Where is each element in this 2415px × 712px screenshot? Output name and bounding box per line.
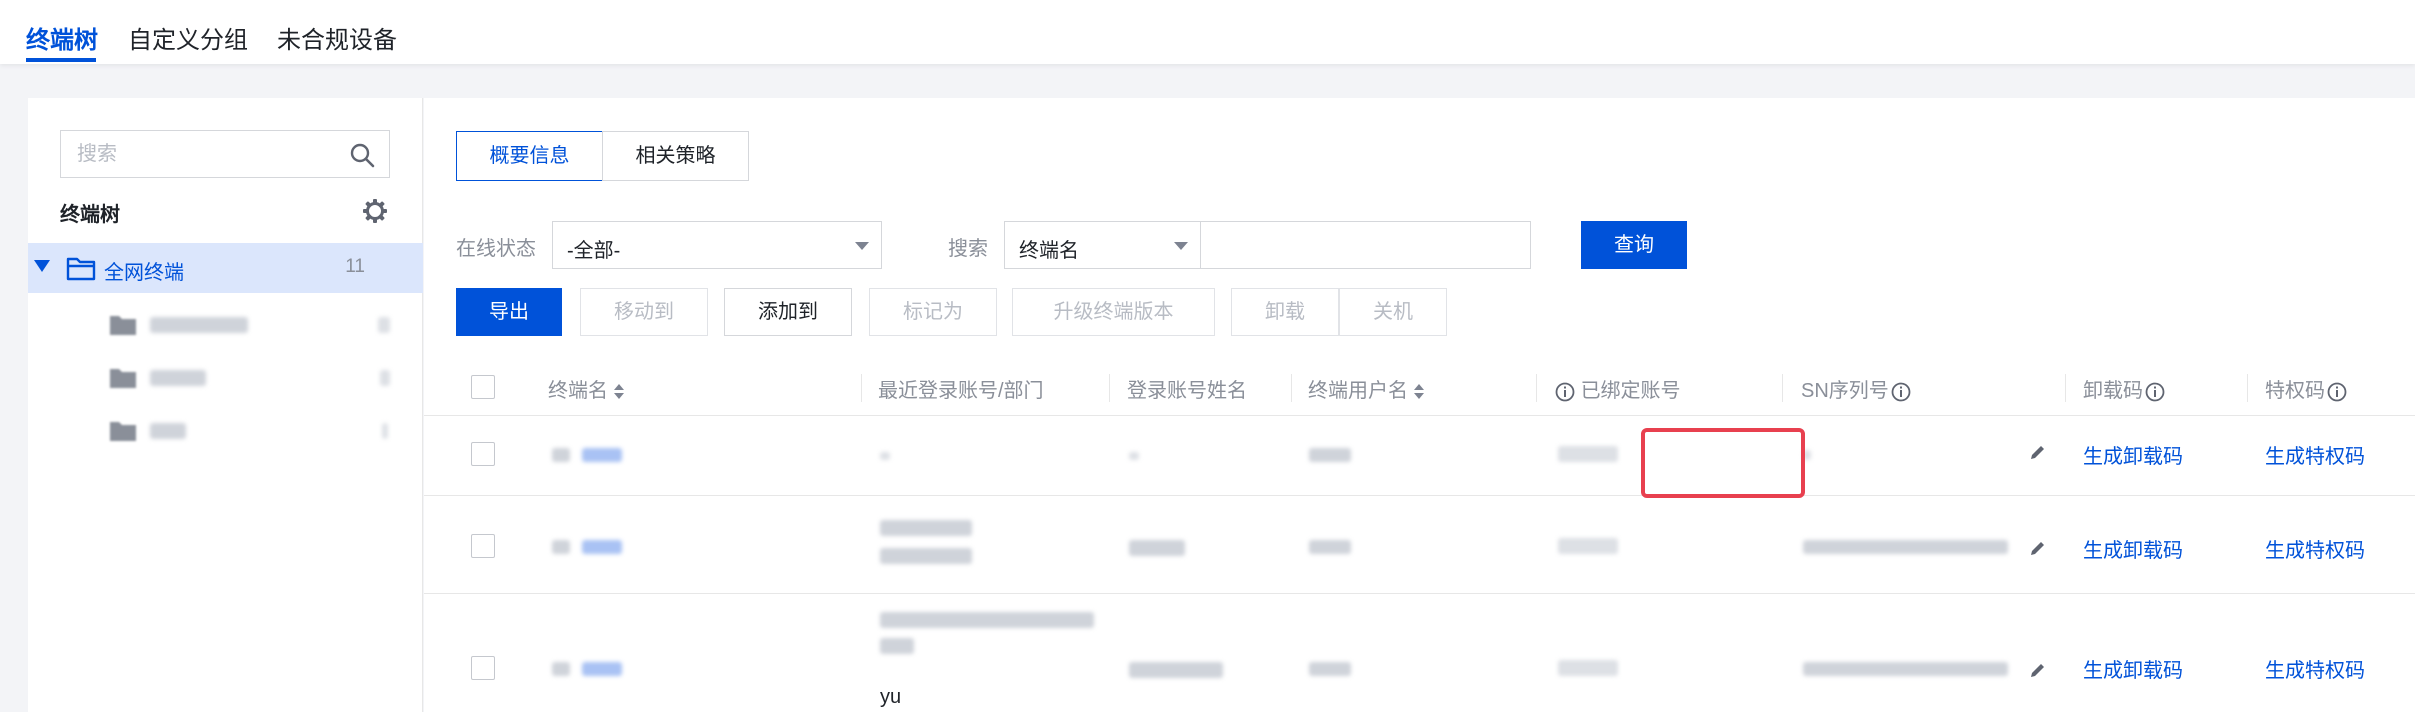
- folder-icon: [110, 422, 136, 441]
- info-icon[interactable]: [2145, 382, 2165, 402]
- search-field-select[interactable]: 终端名: [1004, 221, 1201, 269]
- tree-node-child[interactable]: [78, 358, 408, 398]
- terminal-tree-panel: 终端树 全网终端 11: [28, 98, 423, 712]
- tree-node-child[interactable]: [78, 411, 408, 451]
- top-tab-bar: 终端树 自定义分组 未合规设备: [0, 0, 2415, 64]
- header-last-login: 最近登录账号/部门: [878, 380, 1044, 402]
- header-sn: SN序列号: [1801, 374, 1911, 403]
- table-row: 生成卸载码 生成特权码: [424, 496, 2415, 594]
- online-status-select[interactable]: -全部-: [552, 221, 882, 269]
- uninstall-button[interactable]: 卸载: [1231, 288, 1339, 336]
- caret-down-icon[interactable]: [34, 260, 50, 272]
- tree-node-all-terminals[interactable]: 全网终端 11: [28, 243, 423, 293]
- folder-icon: [110, 369, 136, 388]
- header-uninstall-code: 卸载码: [2083, 374, 2165, 403]
- active-tab-indicator: [26, 58, 96, 62]
- upgrade-version-button[interactable]: 升级终端版本: [1012, 288, 1215, 336]
- tree-node-count: 11: [345, 256, 365, 277]
- sort-icon[interactable]: [1414, 383, 1424, 400]
- add-to-button[interactable]: 添加到: [724, 288, 852, 336]
- chevron-down-icon: [855, 242, 869, 250]
- tree-search-input[interactable]: [61, 131, 341, 177]
- tab-terminal-tree[interactable]: 终端树: [26, 20, 98, 55]
- tree-node-child[interactable]: [78, 305, 408, 345]
- mark-as-button[interactable]: 标记为: [869, 288, 997, 336]
- generate-privilege-code-link[interactable]: 生成特权码: [2265, 440, 2365, 469]
- table-header: 终端名 最近登录账号/部门 登录账号姓名 终端用户名 已绑定账号 SN序列号 卸…: [424, 358, 2415, 416]
- row-checkbox[interactable]: [471, 534, 495, 558]
- tree-search-box: [60, 130, 390, 178]
- edit-icon[interactable]: [2028, 538, 2048, 558]
- tab-noncompliant-devices[interactable]: 未合规设备: [277, 20, 397, 55]
- search-field-value: 终端名: [1019, 240, 1079, 262]
- highlight-box: [1641, 428, 1805, 498]
- generate-uninstall-code-link[interactable]: 生成卸载码: [2083, 534, 2183, 563]
- row-extra-text: yu: [880, 686, 902, 708]
- tree-title: 终端树: [60, 204, 120, 226]
- online-status-value: -全部-: [567, 240, 621, 262]
- query-button[interactable]: 查询: [1581, 221, 1687, 269]
- generate-privilege-code-link[interactable]: 生成特权码: [2265, 534, 2365, 563]
- segment-related-policies[interactable]: 相关策略: [602, 131, 749, 181]
- generate-uninstall-code-link[interactable]: 生成卸载码: [2083, 654, 2183, 683]
- gear-icon[interactable]: [362, 198, 388, 224]
- generate-privilege-code-link[interactable]: 生成特权码: [2265, 654, 2365, 683]
- shutdown-button[interactable]: 关机: [1339, 288, 1447, 336]
- row-checkbox[interactable]: [471, 442, 495, 466]
- header-terminal-username[interactable]: 终端用户名: [1308, 374, 1424, 403]
- chevron-down-icon: [1174, 242, 1188, 250]
- search-icon[interactable]: [349, 142, 375, 168]
- tab-custom-group[interactable]: 自定义分组: [128, 20, 248, 55]
- info-icon[interactable]: [1891, 382, 1911, 402]
- header-bound-account: 已绑定账号: [1555, 374, 1681, 403]
- tree-node-label: 全网终端: [104, 262, 184, 284]
- row-checkbox[interactable]: [471, 656, 495, 680]
- info-icon[interactable]: [1555, 382, 1575, 402]
- main-panel: 概要信息 相关策略 在线状态 -全部- 搜索 终端名 查询 导出 移动到 添加到…: [424, 98, 2415, 712]
- folder-open-icon: [66, 257, 96, 281]
- online-status-label: 在线状态: [456, 238, 536, 260]
- generate-uninstall-code-link[interactable]: 生成卸载码: [2083, 440, 2183, 469]
- edit-icon[interactable]: [2028, 660, 2048, 680]
- search-keyword-input[interactable]: [1200, 221, 1531, 269]
- move-to-button[interactable]: 移动到: [580, 288, 708, 336]
- sort-icon[interactable]: [614, 383, 624, 400]
- export-button[interactable]: 导出: [456, 288, 562, 336]
- header-login-name: 登录账号姓名: [1127, 380, 1247, 402]
- segment-overview[interactable]: 概要信息: [456, 131, 603, 181]
- table-row: 生成卸载码 生成特权码: [424, 416, 2415, 496]
- folder-icon: [110, 316, 136, 335]
- info-icon[interactable]: [2327, 382, 2347, 402]
- table-row: yu 生成卸载码 生成特权码: [424, 594, 2415, 712]
- header-privilege-code: 特权码: [2265, 374, 2347, 403]
- select-all-checkbox[interactable]: [471, 375, 495, 399]
- search-label: 搜索: [948, 238, 988, 260]
- header-terminal-name[interactable]: 终端名: [548, 374, 624, 403]
- edit-icon[interactable]: [2028, 442, 2048, 462]
